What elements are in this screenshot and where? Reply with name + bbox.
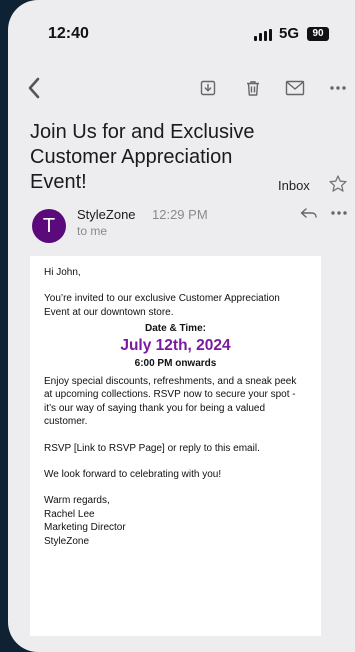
trash-icon[interactable] bbox=[241, 76, 265, 100]
closing-paragraph: We look forward to celebrating with you! bbox=[44, 469, 222, 481]
signer-name: Rachel Lee bbox=[44, 508, 95, 520]
email-subject: Join Us for and Exclusive Customer Appre… bbox=[30, 121, 255, 193]
details-paragraph: Enjoy special discounts, refreshments, a… bbox=[44, 376, 297, 428]
status-bar: 12:40 5G 90 bbox=[8, 0, 355, 70]
reply-icon[interactable] bbox=[299, 205, 319, 221]
battery-icon: 90 bbox=[307, 27, 329, 41]
sent-time: 12:29 PM bbox=[152, 207, 208, 222]
star-icon[interactable] bbox=[328, 174, 348, 194]
signer-title: Marketing Director bbox=[44, 522, 126, 534]
network-label: 5G bbox=[279, 25, 300, 42]
more-icon[interactable] bbox=[326, 76, 350, 100]
greeting: Hi John, bbox=[44, 267, 81, 278]
date-label: Date & Time: bbox=[145, 323, 206, 335]
signoff: Warm regards, bbox=[44, 495, 110, 507]
archive-icon[interactable] bbox=[196, 76, 220, 100]
sender-name[interactable]: StyleZone bbox=[77, 207, 136, 222]
message-more-icon[interactable] bbox=[330, 205, 348, 221]
event-time: 6:00 PM onwards bbox=[134, 357, 217, 369]
avatar[interactable]: T bbox=[32, 209, 66, 243]
signal-icon bbox=[254, 29, 274, 41]
mail-icon[interactable] bbox=[283, 76, 307, 100]
rsvp-paragraph: RSVP [Link to RSVP Page] or reply to thi… bbox=[44, 442, 260, 454]
event-date: July 12th, 2024 bbox=[120, 336, 231, 354]
back-icon[interactable] bbox=[22, 76, 46, 100]
signer-company: StyleZone bbox=[44, 535, 90, 547]
recipient-label[interactable]: to me bbox=[77, 224, 107, 238]
email-body: Hi John, You’re invited to our exclusive… bbox=[30, 256, 321, 636]
phone-screen: 12:40 5G 90 Join Us for and Exclusive Cu… bbox=[8, 0, 355, 652]
folder-label[interactable]: Inbox bbox=[278, 178, 310, 193]
intro-paragraph: You’re invited to our exclusive Customer… bbox=[44, 293, 280, 318]
email-toolbar bbox=[8, 70, 355, 106]
status-time: 12:40 bbox=[48, 25, 89, 42]
